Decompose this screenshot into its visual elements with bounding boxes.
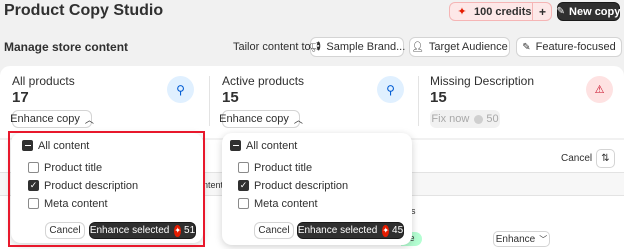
enhance-selected-button-right[interactable]: Enhance selected ✦ 45 xyxy=(297,222,404,239)
highlight-annotation-box xyxy=(8,131,205,247)
stat-all-products-title: All products xyxy=(12,74,75,88)
row-enhance-label: Enhance xyxy=(495,233,536,245)
stats-divider-1 xyxy=(209,76,210,126)
new-copy-button[interactable]: ✎ New copy xyxy=(557,2,620,21)
enhance-copy-button-all[interactable]: Enhance copy ︿ xyxy=(10,110,94,128)
credit-cost-icon: ✦ xyxy=(382,224,390,237)
feature-focused-button[interactable]: ✎ Feature-focused xyxy=(516,37,622,57)
person-icon: 👤︎ xyxy=(411,41,424,53)
warning-icon: ⚠ xyxy=(586,76,613,103)
enhance-count-right: 45 xyxy=(392,225,404,236)
sample-brand-label: Sample Brand... xyxy=(326,41,406,53)
stat-active-products-title: Active products xyxy=(222,74,305,88)
sparkle-icon: ✦ xyxy=(457,6,467,18)
credits-button[interactable]: ✦ 100 credits + xyxy=(449,2,552,21)
stat-missing-description-title: Missing Description xyxy=(430,74,535,88)
product-title-checkbox-right[interactable] xyxy=(238,162,249,173)
enhance-copy-label: Enhance copy xyxy=(219,113,289,125)
credits-label: 100 credits xyxy=(474,5,532,18)
table-header-fragment: ntent xyxy=(203,180,224,190)
cancel-label-right: Cancel xyxy=(258,225,290,236)
new-copy-icon: ✎ xyxy=(556,6,566,17)
sample-brand-button[interactable]: 📢︎ Sample Brand... xyxy=(308,37,406,57)
stat-active-products-value: 15 xyxy=(222,89,239,106)
chevron-down-icon: ﹀ xyxy=(539,234,548,244)
table-cancel-link[interactable]: Cancel xyxy=(561,153,592,164)
product-description-label-right: Product description xyxy=(254,180,349,192)
add-credits-icon[interactable]: + xyxy=(534,5,551,19)
all-content-checkbox-right[interactable] xyxy=(230,140,241,151)
feature-focused-label: Feature-focused xyxy=(535,41,616,53)
all-content-label-right: All content xyxy=(246,140,298,152)
fix-now-count: 50 xyxy=(486,113,499,125)
pencil-icon: ✎ xyxy=(522,41,531,53)
product-title-label-right: Product title xyxy=(254,162,313,174)
cancel-button-right[interactable]: Cancel xyxy=(254,222,294,239)
enhance-selected-label-right: Enhance selected xyxy=(297,225,378,236)
row-enhance-button[interactable]: Enhance ﹀ xyxy=(493,231,550,247)
wand-icon: ⚲ xyxy=(167,76,194,103)
meta-content-checkbox-right[interactable] xyxy=(238,198,249,209)
fix-now-count-icon xyxy=(474,114,484,124)
tailor-label: Tailor content to: xyxy=(233,41,314,53)
meta-content-label-right: Meta content xyxy=(254,198,318,210)
credits-divider xyxy=(532,3,533,20)
target-audience-label: Target Audience xyxy=(428,41,508,53)
section-title: Manage store content xyxy=(4,40,129,54)
chevron-up-icon: ︿ xyxy=(293,114,303,125)
megaphone-icon: 📢︎ xyxy=(308,41,322,53)
fix-now-label: Fix now xyxy=(431,113,470,125)
fix-now-button[interactable]: Fix now 50 xyxy=(430,110,500,128)
enhance-copy-label: Enhance copy xyxy=(10,113,80,125)
sort-button[interactable]: ⇅ xyxy=(596,149,615,168)
new-copy-label: New copy xyxy=(569,5,621,18)
target-audience-button[interactable]: 👤︎ Target Audience xyxy=(409,37,510,57)
enhance-copy-button-active[interactable]: Enhance copy ︿ xyxy=(219,110,303,128)
chevron-up-icon: ︿ xyxy=(84,114,94,125)
stat-missing-description-value: 15 xyxy=(430,89,447,106)
app-title: Product Copy Studio xyxy=(4,2,164,19)
stat-all-products-value: 17 xyxy=(12,89,29,106)
stats-divider-2 xyxy=(418,76,419,126)
product-description-checkbox-right[interactable]: ✓ xyxy=(238,180,249,191)
wand-icon: ⚲ xyxy=(377,76,404,103)
